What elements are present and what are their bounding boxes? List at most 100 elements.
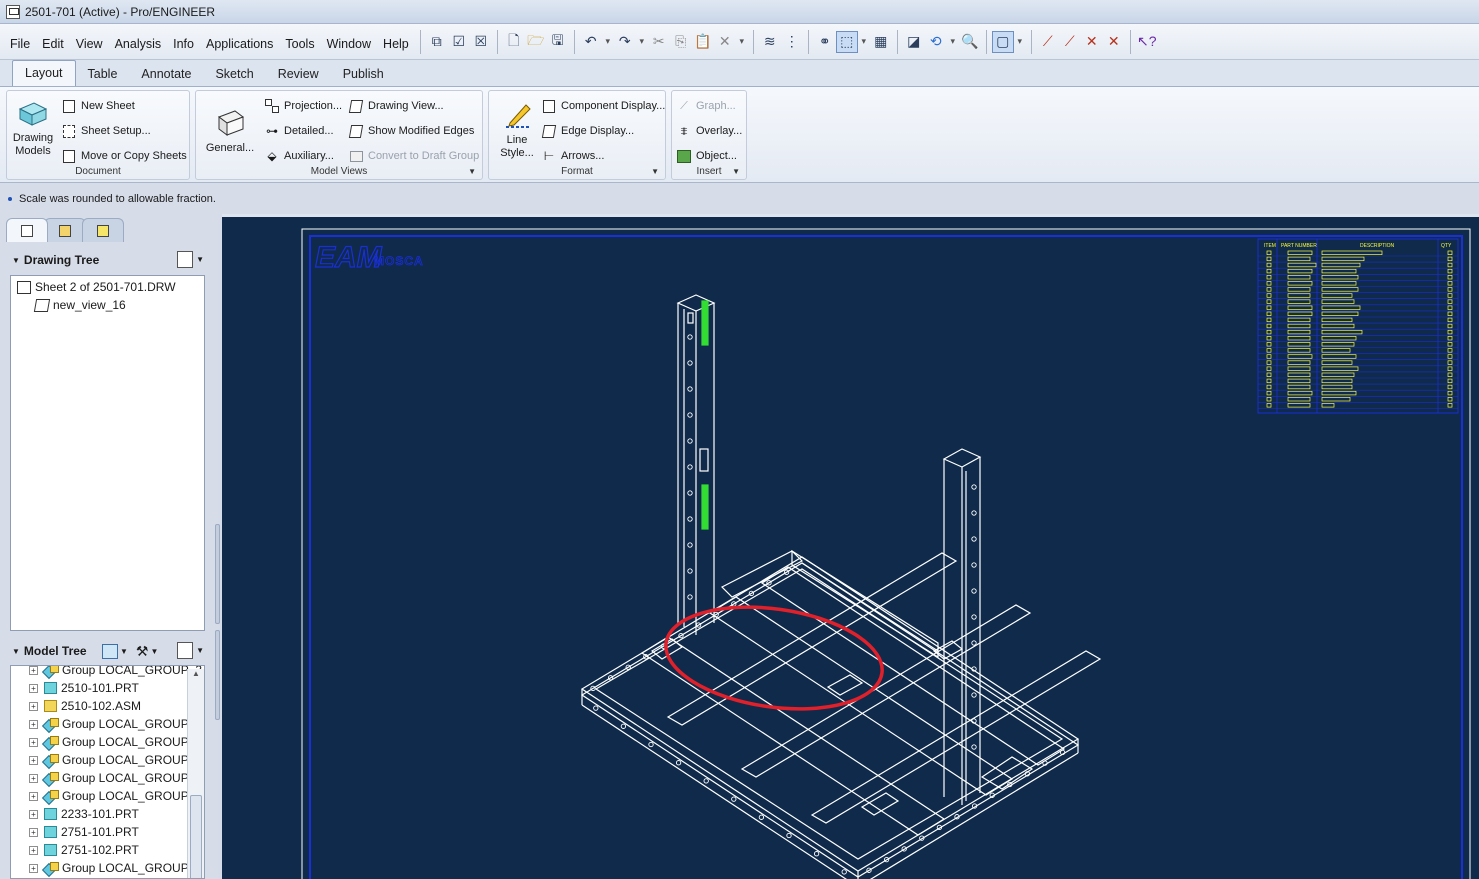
- menu-info[interactable]: Info: [167, 22, 200, 62]
- tree-item-sheet[interactable]: Sheet 2 of 2501-701.DRW: [17, 278, 176, 296]
- auxiliary-view-button[interactable]: ⬙ Auxiliary...: [264, 147, 334, 165]
- arrows-button[interactable]: ⊢ Arrows...: [541, 147, 605, 165]
- edge-display-button[interactable]: Edge Display...: [541, 122, 634, 140]
- display-style-dropdown-icon[interactable]: ▾: [1014, 31, 1026, 53]
- repaint-icon[interactable]: ◪: [903, 31, 925, 53]
- expand-plus-icon[interactable]: +: [29, 773, 38, 783]
- show-dropdown-icon[interactable]: ▼: [120, 647, 128, 656]
- selection-filter-icon[interactable]: ▦: [870, 31, 892, 53]
- overlay-button[interactable]: ⩨ Overlay...: [676, 122, 743, 140]
- expand-plus-icon[interactable]: +: [29, 791, 38, 801]
- redo-dropdown-icon[interactable]: ▾: [636, 31, 648, 53]
- datum-axis-icon[interactable]: ⟋: [1059, 31, 1081, 53]
- expand-plus-icon[interactable]: +: [29, 666, 38, 675]
- regenerate-dropdown-icon[interactable]: ▾: [947, 31, 959, 53]
- model-tree-item[interactable]: + Group LOCAL_GROUP_2: [29, 715, 202, 733]
- scroll-up-icon[interactable]: ▲: [188, 669, 204, 678]
- drawing-sheet[interactable]: EAM MOSCA ITEM PART NUMBER DESCRIPTION Q…: [222, 217, 1479, 879]
- tab-model-tree[interactable]: [6, 218, 48, 242]
- undo-icon[interactable]: ↶: [580, 31, 602, 53]
- model-tree-item[interactable]: +2233-101.PRT: [29, 805, 139, 823]
- drawing-canvas[interactable]: EAM MOSCA ITEM PART NUMBER DESCRIPTION Q…: [222, 217, 1479, 879]
- menu-view[interactable]: View: [70, 22, 109, 62]
- zoom-icon[interactable]: 🔍: [959, 31, 981, 53]
- move-copy-sheets-button[interactable]: Move or Copy Sheets: [61, 147, 187, 165]
- layers-icon[interactable]: ≋: [759, 31, 781, 53]
- expand-plus-icon[interactable]: +: [29, 827, 38, 837]
- menu-tools[interactable]: Tools: [279, 22, 320, 62]
- menu-help[interactable]: Help: [377, 22, 415, 62]
- tab-table[interactable]: Table: [76, 62, 130, 86]
- format-dropdown-icon[interactable]: ▼: [651, 167, 659, 176]
- panel-splitter-handle[interactable]: [215, 524, 220, 624]
- show-modified-edges-button[interactable]: Show Modified Edges: [348, 122, 474, 140]
- menu-file[interactable]: File: [4, 22, 36, 62]
- expand-plus-icon[interactable]: +: [29, 737, 38, 747]
- datum-csys-icon[interactable]: ✕: [1103, 31, 1125, 53]
- model-tree-item[interactable]: +2751-101.PRT: [29, 823, 139, 841]
- line-style-button[interactable]: Line Style...: [495, 99, 539, 160]
- expand-plus-icon[interactable]: +: [29, 845, 38, 855]
- detailed-view-button[interactable]: ⊶ Detailed...: [264, 122, 334, 140]
- window-activate-icon[interactable]: ⧉: [426, 31, 448, 53]
- datum-point-icon[interactable]: ✕: [1081, 31, 1103, 53]
- new-sheet-button[interactable]: New Sheet: [61, 97, 135, 115]
- object-button[interactable]: Object...: [676, 147, 737, 165]
- drawing-tree-settings-button[interactable]: ▼: [177, 251, 204, 268]
- model-tree-item[interactable]: + Group LOCAL_GROUP_9: [29, 859, 202, 877]
- model-tree-item[interactable]: + Group LOCAL_GROUP: [29, 751, 189, 769]
- expand-plus-icon[interactable]: +: [29, 719, 38, 729]
- window-close-icon[interactable]: ☒: [470, 31, 492, 53]
- delete-dropdown-icon[interactable]: ▾: [736, 31, 748, 53]
- box-select-icon[interactable]: ⬚: [835, 30, 858, 53]
- model-tree-item[interactable]: + Group LOCAL_GROUP_7: [29, 787, 202, 805]
- insert-dropdown-icon[interactable]: ▼: [732, 167, 740, 176]
- window-check-icon[interactable]: ☑: [448, 31, 470, 53]
- drawing-tree-header[interactable]: ▼ Drawing Tree ▼: [6, 248, 210, 272]
- drawing-models-button[interactable]: Drawing Models: [11, 97, 55, 158]
- copy-icon[interactable]: ⎘: [670, 31, 692, 53]
- display-style-icon[interactable]: ▢: [991, 30, 1014, 53]
- expand-plus-icon[interactable]: +: [29, 683, 38, 693]
- model-tree-item[interactable]: +2510-101.PRT: [29, 679, 139, 697]
- select-dropdown-icon[interactable]: ▾: [858, 31, 870, 53]
- model-tree-item[interactable]: +2751-102.PRT: [29, 841, 139, 859]
- context-help-icon[interactable]: ↖?: [1136, 31, 1158, 53]
- model-tree-settings-button[interactable]: ▼: [177, 642, 204, 659]
- show-icon[interactable]: [102, 644, 118, 659]
- menu-applications[interactable]: Applications: [200, 22, 279, 62]
- tab-layout[interactable]: Layout: [12, 60, 76, 86]
- open-folder-icon[interactable]: 🗁: [525, 31, 547, 53]
- model-views-dropdown-icon[interactable]: ▼: [468, 167, 476, 176]
- scrollbar-thumb[interactable]: [190, 795, 202, 878]
- tab-sketch[interactable]: Sketch: [203, 62, 265, 86]
- component-display-button[interactable]: Component Display...: [541, 97, 665, 115]
- datum-plane-icon[interactable]: ⟋: [1037, 31, 1059, 53]
- graph-button[interactable]: ⟋ Graph...: [676, 97, 736, 115]
- menu-analysis[interactable]: Analysis: [109, 22, 168, 62]
- tab-favorites[interactable]: [82, 218, 124, 242]
- graphics-area[interactable]: EAM MOSCA ITEM PART NUMBER DESCRIPTION Q…: [222, 214, 1479, 879]
- tree-structure-icon[interactable]: ⋮: [781, 31, 803, 53]
- save-icon[interactable]: 🖫: [547, 31, 569, 53]
- tab-annotate[interactable]: Annotate: [129, 62, 203, 86]
- model-tree-header[interactable]: ▼ Model Tree ▼ ⚒ ▼ ▼: [6, 639, 210, 663]
- tools-icon[interactable]: ⚒: [136, 643, 149, 660]
- tab-folder-browser[interactable]: [44, 218, 86, 242]
- model-tree-item[interactable]: +2510-102.ASM: [29, 697, 141, 715]
- drawing-view-button[interactable]: Drawing View...: [348, 97, 444, 115]
- tree-item-view[interactable]: new_view_16: [33, 296, 126, 314]
- general-view-button[interactable]: General...: [206, 107, 254, 155]
- model-tree-item[interactable]: + Group LOCAL_GROUP_1: [29, 733, 202, 751]
- delete-icon[interactable]: ✕: [714, 31, 736, 53]
- cut-icon[interactable]: ✂: [648, 31, 670, 53]
- tab-publish[interactable]: Publish: [331, 62, 396, 86]
- expand-plus-icon[interactable]: +: [29, 863, 38, 873]
- paste-icon[interactable]: 📋: [692, 31, 714, 53]
- tools-dropdown-icon[interactable]: ▼: [150, 647, 158, 656]
- menu-edit[interactable]: Edit: [36, 22, 70, 62]
- tab-review[interactable]: Review: [266, 62, 331, 86]
- menu-window[interactable]: Window: [321, 22, 377, 62]
- find-binoculars-icon[interactable]: ⚭: [814, 31, 836, 53]
- model-tree-item[interactable]: + Group LOCAL_GROUP_3: [29, 666, 202, 679]
